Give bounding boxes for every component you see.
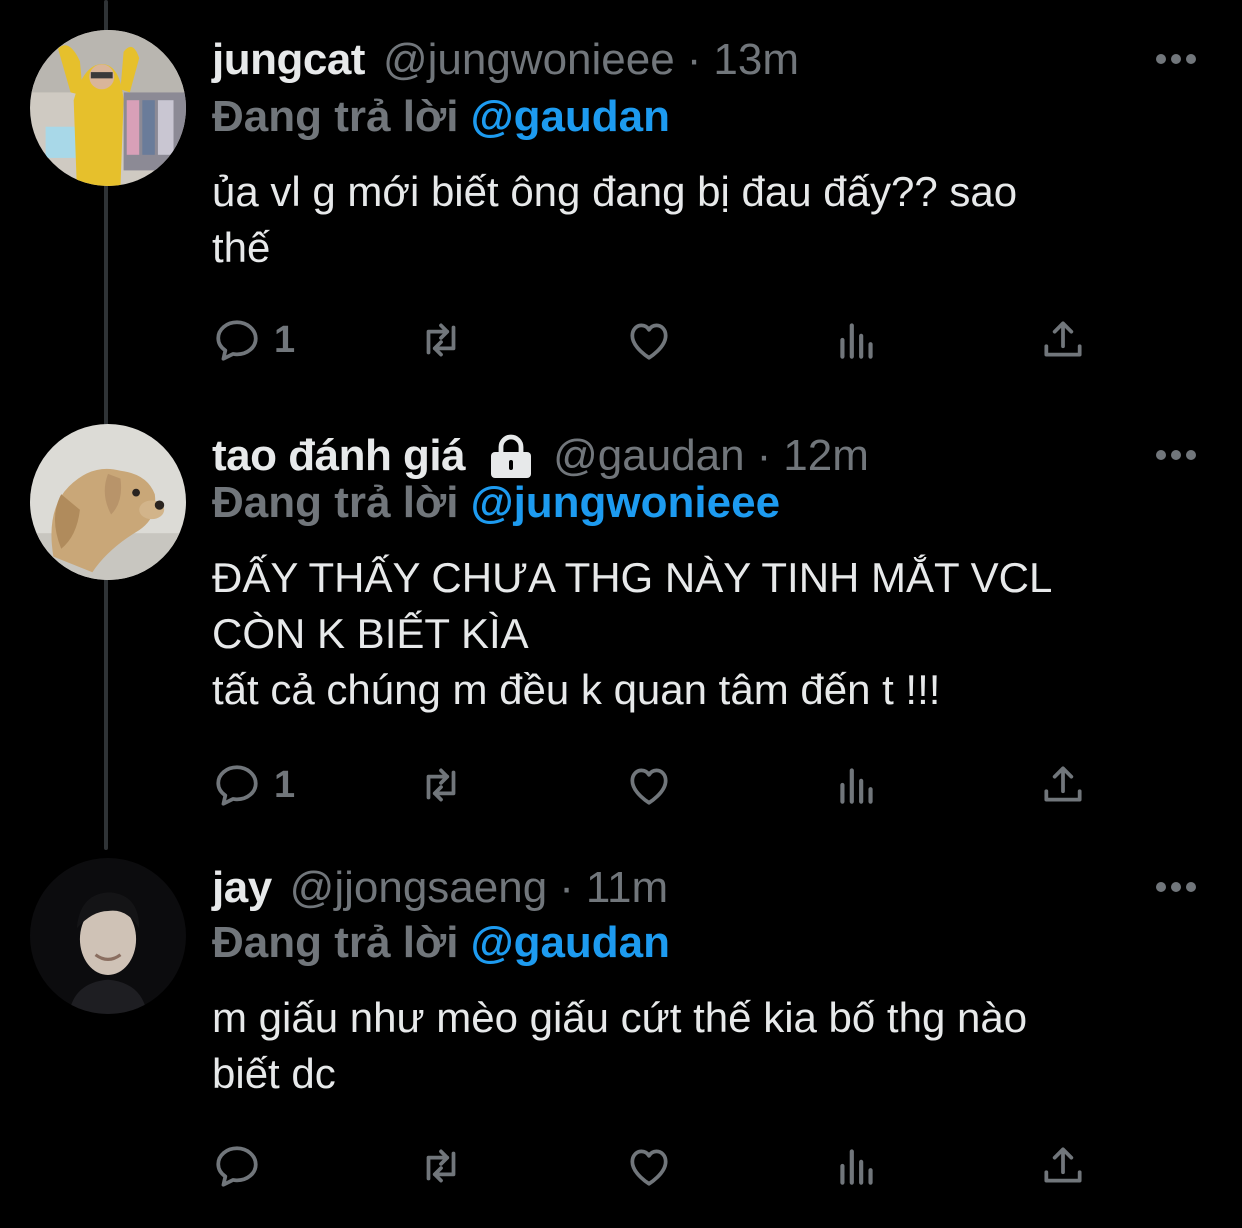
avatar-dog-image: [30, 424, 186, 580]
more-icon[interactable]: [1154, 448, 1198, 462]
reply-icon: [216, 765, 258, 806]
like-icon: [630, 1149, 668, 1186]
tweet-text-line: ĐẤY THẤY CHƯA THG NÀY TINH MẮT VCL: [212, 554, 1053, 601]
avatar-yellow-hoodie-image: [30, 30, 186, 186]
like-button[interactable]: [624, 1136, 674, 1196]
views-button[interactable]: [832, 755, 882, 815]
views-button[interactable]: [832, 1136, 882, 1196]
reply-count: 1: [274, 763, 296, 806]
replying-to-label: Đang trả lời: [212, 478, 459, 527]
reply-count: 1: [274, 318, 296, 361]
like-button[interactable]: [624, 755, 674, 815]
tweet-text-line: CÒN K BIẾT KÌA: [212, 610, 529, 657]
views-button[interactable]: [832, 310, 882, 370]
share-icon: [1044, 1147, 1082, 1183]
share-button[interactable]: [1038, 1136, 1088, 1196]
tweet-text-line: m giấu như mèo giấu cứt thế kia bố thg n…: [212, 994, 1028, 1041]
replying-to-label: Đang trả lời: [212, 92, 459, 141]
replying-to-line: Đang trả lời @jungwonieee: [212, 478, 780, 528]
tweet-header: tao đánh giá @gaudan · 12m: [212, 426, 1242, 486]
tweet-text-line: ủa vl g mới biết ông đang bị đau đấy?? s…: [212, 168, 1018, 215]
views-icon: [840, 1149, 873, 1185]
like-icon: [630, 768, 668, 805]
reply-button[interactable]: 1: [212, 310, 295, 370]
user-handle[interactable]: @jjongsaeng: [290, 863, 548, 913]
replying-to-line: Đang trả lời @gaudan: [212, 918, 670, 968]
retweet-button[interactable]: [416, 1136, 466, 1196]
tweet[interactable]: tao đánh giá @gaudan · 12m Đang trả lời …: [0, 410, 1242, 850]
replying-to-label: Đang trả lời: [212, 918, 459, 967]
timestamp[interactable]: 13m: [713, 35, 799, 85]
tweet-text-line: biết dc: [212, 1050, 336, 1097]
avatar[interactable]: [30, 30, 186, 186]
user-handle[interactable]: @gaudan: [553, 431, 745, 481]
share-icon: [1044, 321, 1082, 357]
avatar-person-dark-image: [30, 858, 186, 1014]
timestamp[interactable]: 12m: [783, 431, 869, 481]
tweet-text: ủa vl g mới biết ông đang bị đau đấy?? s…: [212, 164, 1212, 276]
tweet-text: m giấu như mèo giấu cứt thế kia bố thg n…: [212, 990, 1212, 1102]
like-icon: [630, 323, 668, 360]
replying-to-line: Đang trả lời @gaudan: [212, 92, 670, 142]
tweet-text-line: thế: [212, 224, 271, 271]
replying-to-handle[interactable]: @gaudan: [471, 918, 670, 967]
reply-button[interactable]: [212, 1136, 274, 1196]
replying-to-handle[interactable]: @gaudan: [471, 92, 670, 141]
tweet[interactable]: jay @jjongsaeng · 11m Đang trả lời @gaud…: [0, 850, 1242, 1220]
retweet-button[interactable]: [416, 310, 466, 370]
share-button[interactable]: [1038, 755, 1088, 815]
reply-icon: [216, 1146, 258, 1187]
replying-to-handle[interactable]: @jungwonieee: [471, 478, 780, 527]
tweet-text: ĐẤY THẤY CHƯA THG NÀY TINH MẮT VCL CÒN K…: [212, 550, 1212, 718]
separator-dot: ·: [559, 863, 574, 912]
tweet-text-line: tất cả chúng m đều k quan tâm đến t !!!: [212, 666, 941, 713]
retweet-button[interactable]: [416, 755, 466, 815]
avatar[interactable]: [30, 424, 186, 580]
timestamp[interactable]: 11m: [586, 863, 668, 913]
display-name[interactable]: jay: [212, 863, 272, 913]
views-icon: [840, 768, 873, 804]
tweet-header: jungcat @jungwonieee · 13m: [212, 30, 1242, 90]
tweet[interactable]: jungcat @jungwonieee · 13m Đang trả lời …: [0, 0, 1242, 410]
retweet-icon: [426, 768, 456, 802]
separator-dot: ·: [756, 431, 772, 480]
tweet-actions: [212, 1136, 1112, 1196]
tweet-header: jay @jjongsaeng · 11m: [212, 858, 1242, 918]
more-icon[interactable]: [1154, 52, 1198, 66]
reply-button[interactable]: 1: [212, 755, 295, 815]
share-icon: [1044, 766, 1082, 802]
lock-icon: [491, 434, 532, 478]
share-button[interactable]: [1038, 310, 1088, 370]
like-button[interactable]: [624, 310, 674, 370]
reply-icon: [216, 320, 258, 361]
avatar[interactable]: [30, 858, 186, 1014]
display-name[interactable]: jungcat: [212, 35, 365, 85]
user-handle[interactable]: @jungwonieee: [383, 35, 675, 85]
retweet-icon: [426, 323, 456, 357]
tweet-actions: 1: [212, 755, 1112, 815]
more-icon[interactable]: [1154, 880, 1198, 894]
separator-dot: ·: [686, 35, 702, 84]
tweet-actions: 1: [212, 310, 1112, 370]
views-icon: [840, 323, 873, 359]
display-name[interactable]: tao đánh giá: [212, 431, 466, 481]
retweet-icon: [426, 1149, 456, 1183]
